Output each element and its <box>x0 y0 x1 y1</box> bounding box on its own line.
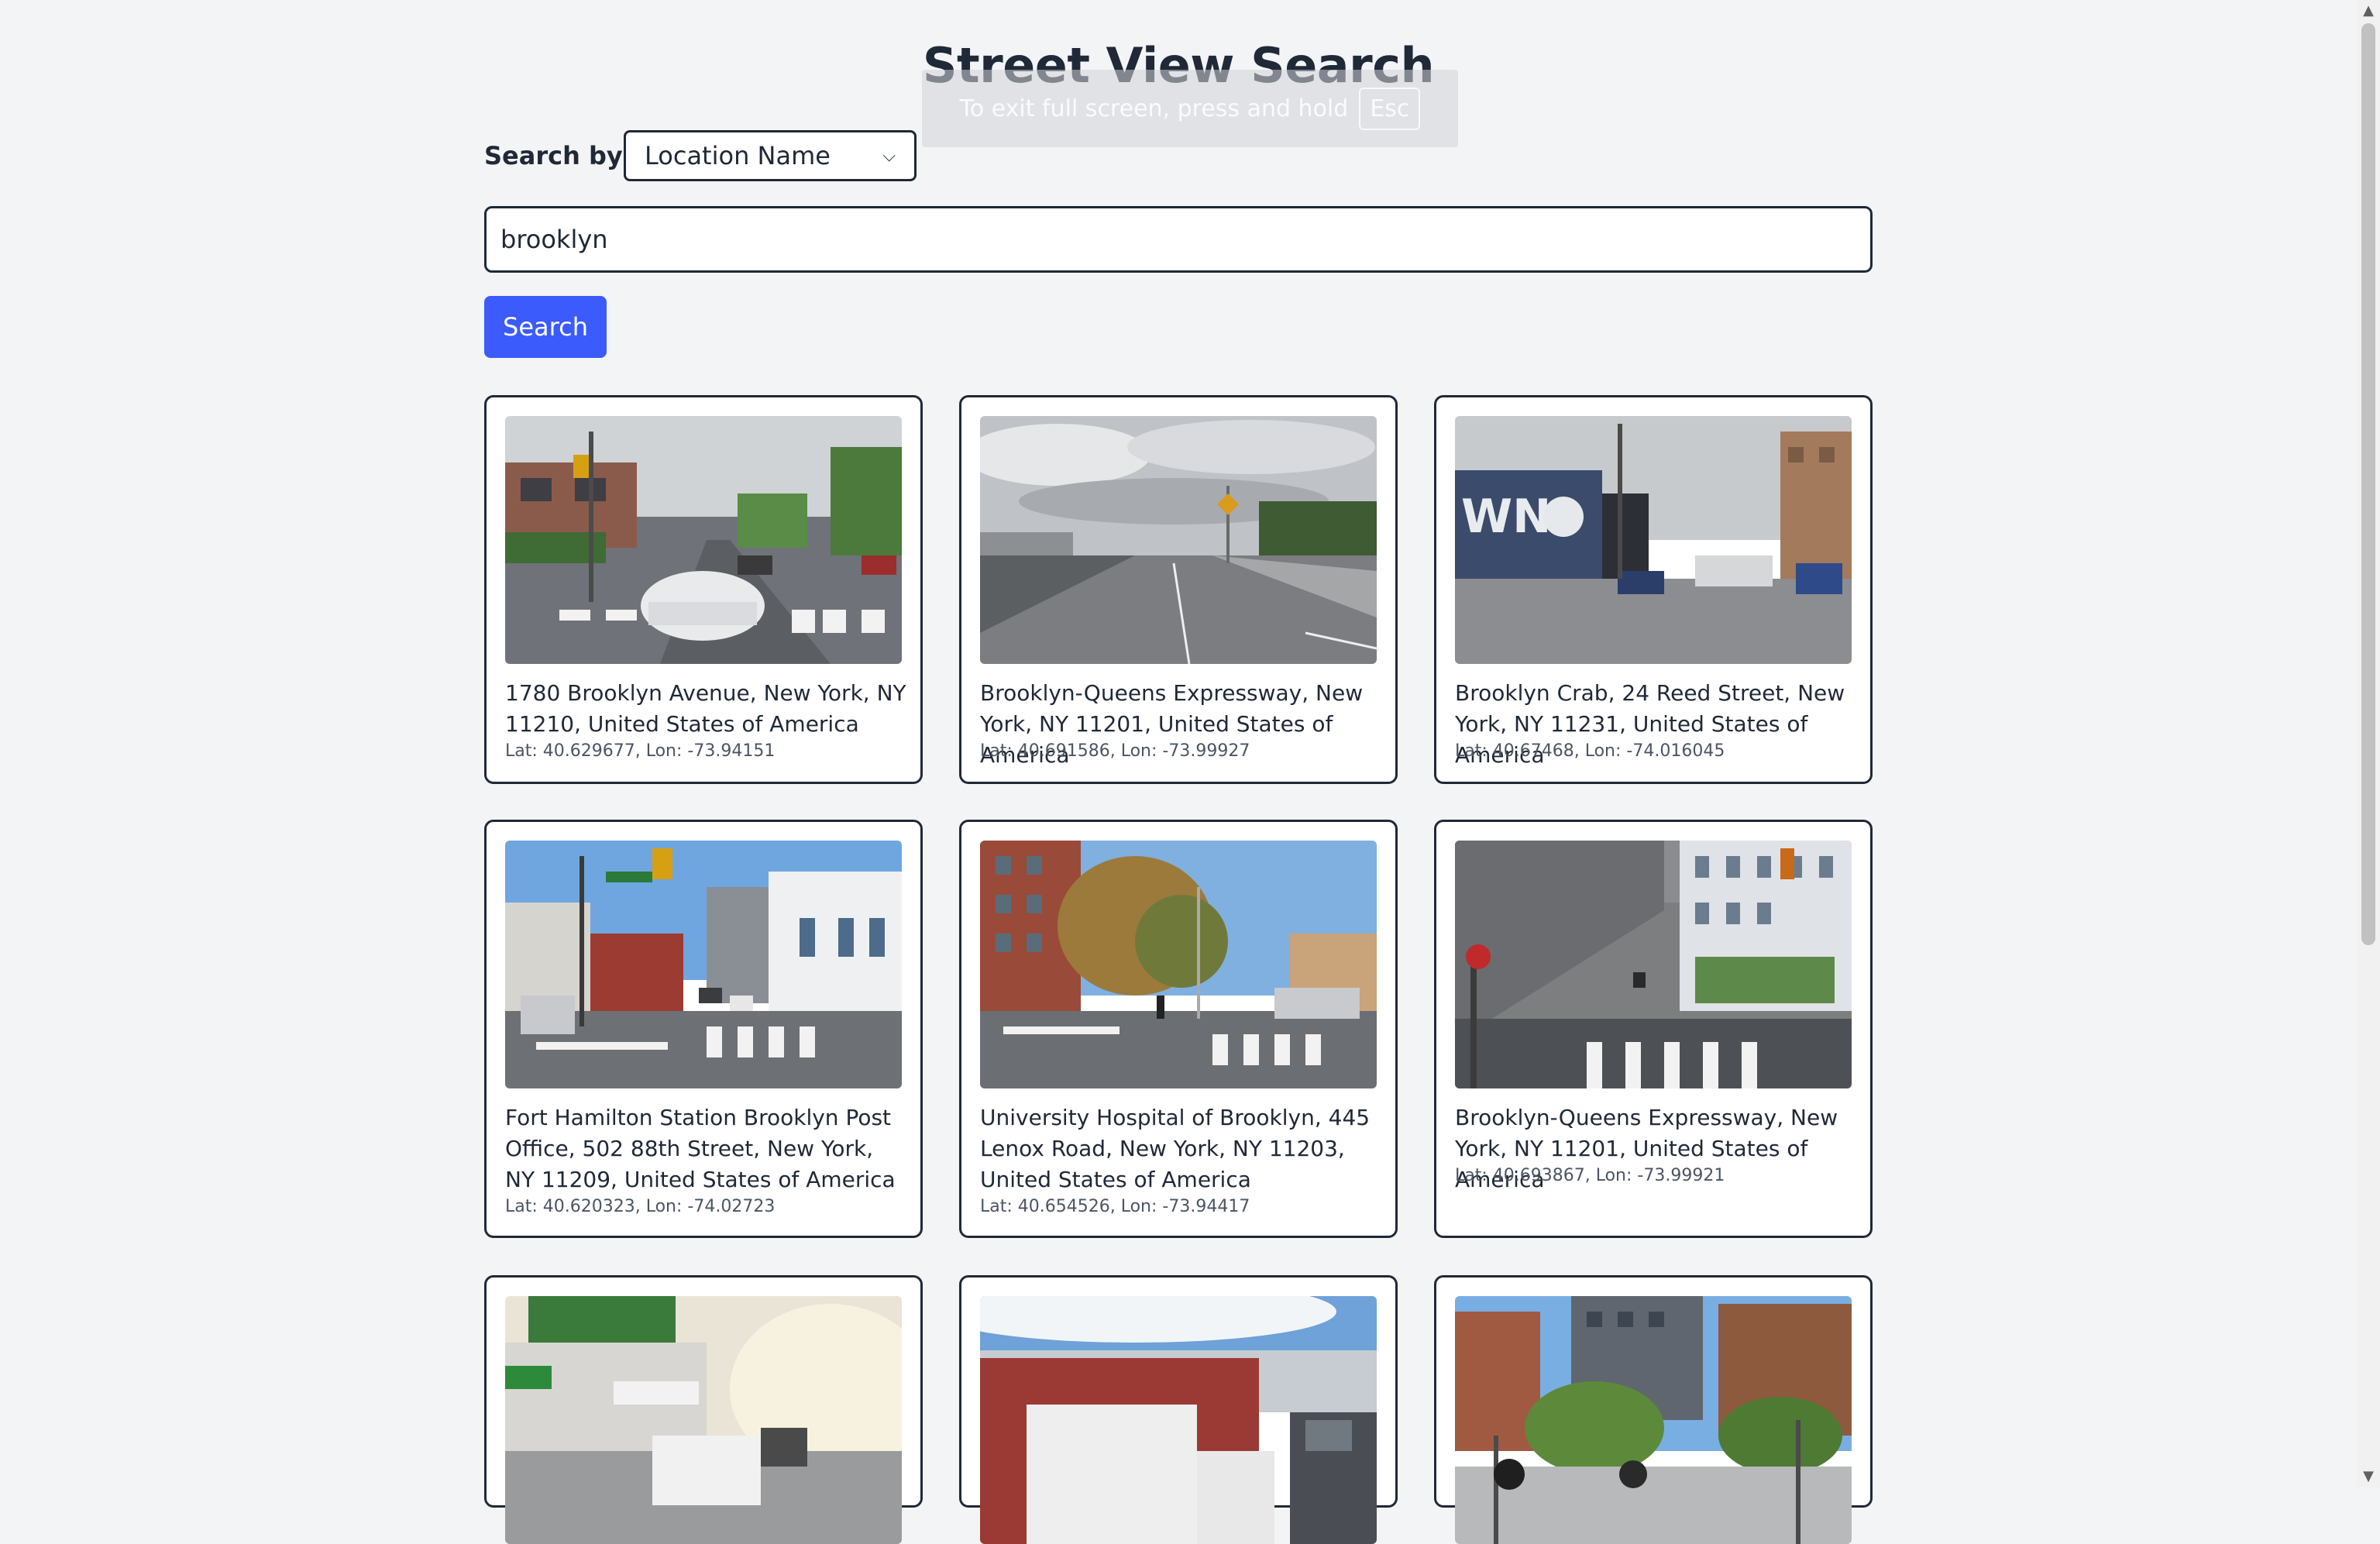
chevron-down-icon: ⌵ <box>882 146 896 166</box>
result-card[interactable]: Brooklyn-Queens Expressway, New York, NY… <box>1434 820 1873 1238</box>
result-card[interactable] <box>484 1275 923 1544</box>
result-coords: Lat: 40.693867, Lon: -73.99921 <box>1455 1166 1725 1185</box>
street-view-image <box>505 416 902 664</box>
street-view-image <box>980 1296 1377 1544</box>
result-card[interactable] <box>1434 1275 1873 1544</box>
result-name: University Hospital of Brooklyn, 445 Len… <box>980 1105 1371 1192</box>
vertical-scrollbar[interactable]: ▲ ▼ <box>2357 0 2380 1487</box>
result-coords: Lat: 40.67468, Lon: -74.016045 <box>1455 741 1725 761</box>
result-card[interactable]: Fort Hamilton Station Brooklyn Post Offi… <box>484 820 923 1238</box>
street-view-image <box>505 1296 902 1544</box>
svg-text:WN: WN <box>1461 490 1551 544</box>
search-by-value: Location Name <box>645 141 831 170</box>
street-view-image <box>980 841 1377 1088</box>
search-input-value: brooklyn <box>500 225 608 254</box>
search-by-select[interactable]: Location Name ⌵ <box>624 130 917 181</box>
esc-key: Esc <box>1359 87 1421 130</box>
result-card[interactable]: University Hospital of Brooklyn, 445 Len… <box>959 820 1398 1238</box>
result-coords: Lat: 40.620323, Lon: -74.02723 <box>505 1197 776 1216</box>
search-input[interactable]: brooklyn <box>484 206 1873 273</box>
street-view-image: WN <box>1455 416 1852 664</box>
search-by-label: Search by: <box>484 141 633 170</box>
result-name: 1780 Brooklyn Avenue, New York, NY 11210… <box>505 680 906 737</box>
scroll-down-icon[interactable]: ▼ <box>2361 1469 2376 1484</box>
result-card[interactable]: Brooklyn-Queens Expressway, New York, NY… <box>959 395 1398 784</box>
result-card[interactable]: WN Brooklyn Crab, 24 Reed Street, New Yo… <box>1434 395 1873 784</box>
fullscreen-notice-text: To exit full screen, press and hold <box>959 95 1349 122</box>
search-button[interactable]: Search <box>484 296 607 358</box>
result-card[interactable] <box>959 1275 1398 1544</box>
result-coords: Lat: 40.654526, Lon: -73.94417 <box>980 1197 1250 1216</box>
result-name: Fort Hamilton Station Brooklyn Post Offi… <box>505 1105 896 1192</box>
scroll-up-icon[interactable]: ▲ <box>2361 3 2376 19</box>
street-view-image <box>1455 1296 1852 1544</box>
result-coords: Lat: 40.629677, Lon: -73.94151 <box>505 741 776 761</box>
street-view-image <box>980 416 1377 664</box>
street-view-image <box>505 841 902 1088</box>
scrollbar-thumb[interactable] <box>2361 23 2375 945</box>
result-coords: Lat: 40.691586, Lon: -73.99927 <box>980 741 1250 761</box>
street-view-image <box>1455 841 1852 1088</box>
result-card[interactable]: 1780 Brooklyn Avenue, New York, NY 11210… <box>484 395 923 784</box>
fullscreen-notice: To exit full screen, press and hold Esc <box>922 70 1458 147</box>
